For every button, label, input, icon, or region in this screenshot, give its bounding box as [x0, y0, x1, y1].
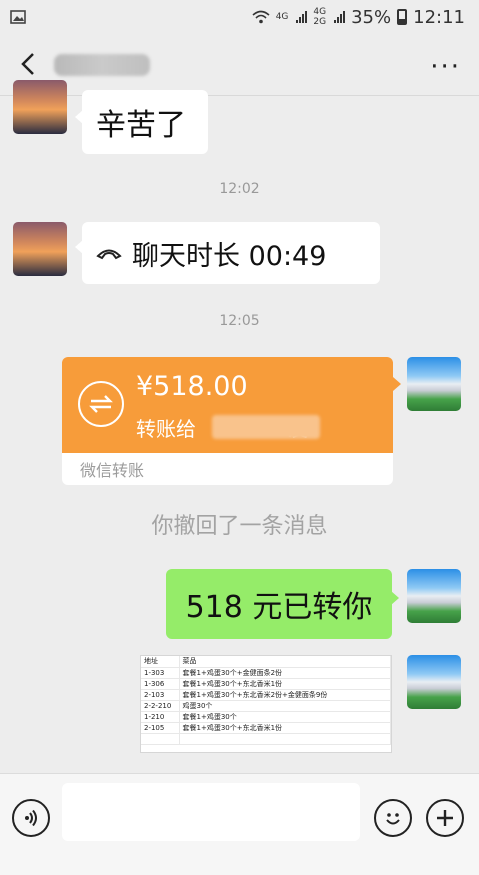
my-avatar[interactable] — [407, 357, 461, 411]
network-type-1: 4G — [275, 12, 289, 22]
voice-icon — [25, 809, 37, 827]
image-message-spreadsheet[interactable]: 地址 菜品 1-303 套餐1+鸡蛋30个+金健面条2份 1-306 套餐1+鸡蛋30… — [140, 655, 392, 753]
message-bubble-received[interactable]: 辛苦了 — [75, 90, 208, 154]
input-bar — [0, 773, 479, 875]
battery-percent: 35% — [351, 6, 392, 28]
clock: 12:11 — [413, 6, 465, 28]
voice-button[interactable] — [12, 799, 50, 837]
message-bubble-sent[interactable]: 518 元已转你 — [166, 569, 399, 639]
back-button[interactable] — [14, 50, 42, 78]
contact-name-blurred — [54, 54, 150, 76]
more-options-button[interactable]: ··· — [430, 52, 461, 82]
wifi-icon — [252, 10, 270, 24]
signal-icon-2 — [334, 11, 346, 23]
battery-icon — [397, 9, 408, 25]
transfer-card-header: ¥518.00 转账给友 — [62, 357, 393, 453]
bubble-tail — [393, 377, 401, 391]
message-text: 辛苦了 — [96, 108, 186, 143]
message-text: 518 元已转你 — [185, 590, 373, 625]
timestamp: 12:05 — [219, 313, 260, 329]
my-avatar[interactable] — [407, 569, 461, 623]
emoji-button[interactable] — [374, 799, 412, 837]
gallery-notification-icon — [10, 10, 26, 24]
transfer-amount: ¥518.00 — [136, 371, 248, 402]
call-duration-text: 聊天时长 00:49 — [132, 240, 327, 272]
network-type-2: 4G 2G — [313, 7, 327, 27]
contact-avatar[interactable] — [13, 222, 67, 276]
signal-icon-1 — [296, 11, 308, 23]
chat-header: ··· — [0, 34, 479, 96]
transfer-arrows-icon — [78, 381, 124, 427]
my-avatar[interactable] — [407, 655, 461, 709]
contact-avatar[interactable] — [13, 80, 67, 134]
transfer-card[interactable]: ¥518.00 转账给友 微信转账 — [62, 357, 393, 485]
recipient-name-blurred — [212, 415, 320, 439]
recalled-message-notice: 你撤回了一条消息 — [151, 514, 328, 539]
message-input[interactable] — [62, 783, 360, 841]
emoji-icon — [386, 813, 400, 825]
chevron-left-icon — [21, 53, 34, 75]
timestamp: 12:02 — [219, 181, 260, 197]
phone-hangup-icon — [96, 249, 122, 260]
call-record-bubble[interactable]: 聊天时长 00:49 — [75, 222, 380, 284]
status-bar: 4G 4G 2G 35% 12:11 — [0, 0, 479, 34]
plus-icon — [437, 810, 453, 826]
transfer-footer: 微信转账 — [80, 461, 145, 480]
plus-button[interactable] — [426, 799, 464, 837]
